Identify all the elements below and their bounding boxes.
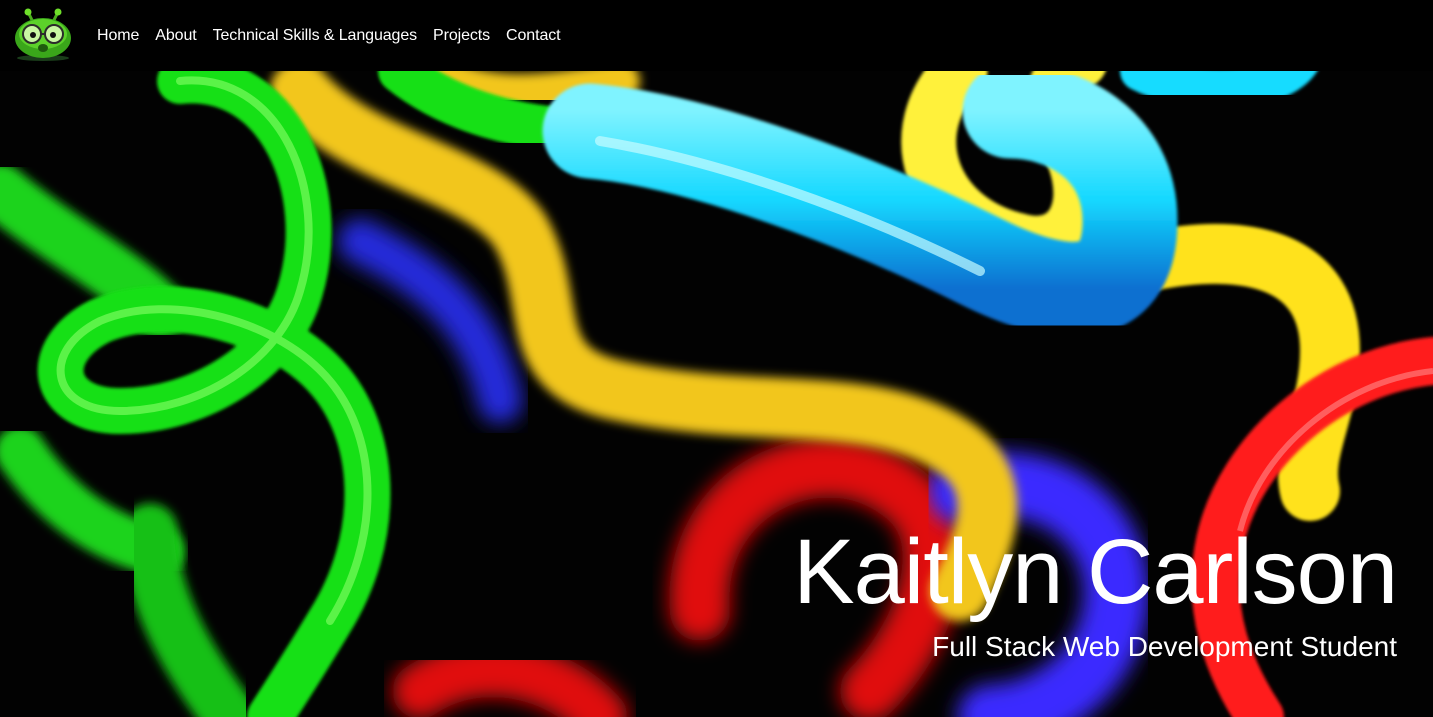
nav-link-home[interactable]: Home: [97, 27, 139, 45]
hero-title: Kaitlyn Carlson: [793, 521, 1398, 623]
navbar: Home About Technical Skills & Languages …: [0, 0, 1433, 71]
hero-text: Kaitlyn Carlson Full Stack Web Developme…: [793, 521, 1398, 663]
hero-section: Kaitlyn Carlson Full Stack Web Developme…: [0, 71, 1433, 717]
nav-link-about[interactable]: About: [155, 27, 196, 45]
alien-logo-icon[interactable]: [12, 8, 74, 62]
hero-subtitle: Full Stack Web Development Student: [932, 631, 1397, 662]
nav-link-skills[interactable]: Technical Skills & Languages: [213, 27, 418, 45]
nav-link-contact[interactable]: Contact: [506, 27, 561, 45]
nav-link-projects[interactable]: Projects: [433, 27, 490, 45]
nav-links: Home About Technical Skills & Languages …: [97, 0, 561, 71]
